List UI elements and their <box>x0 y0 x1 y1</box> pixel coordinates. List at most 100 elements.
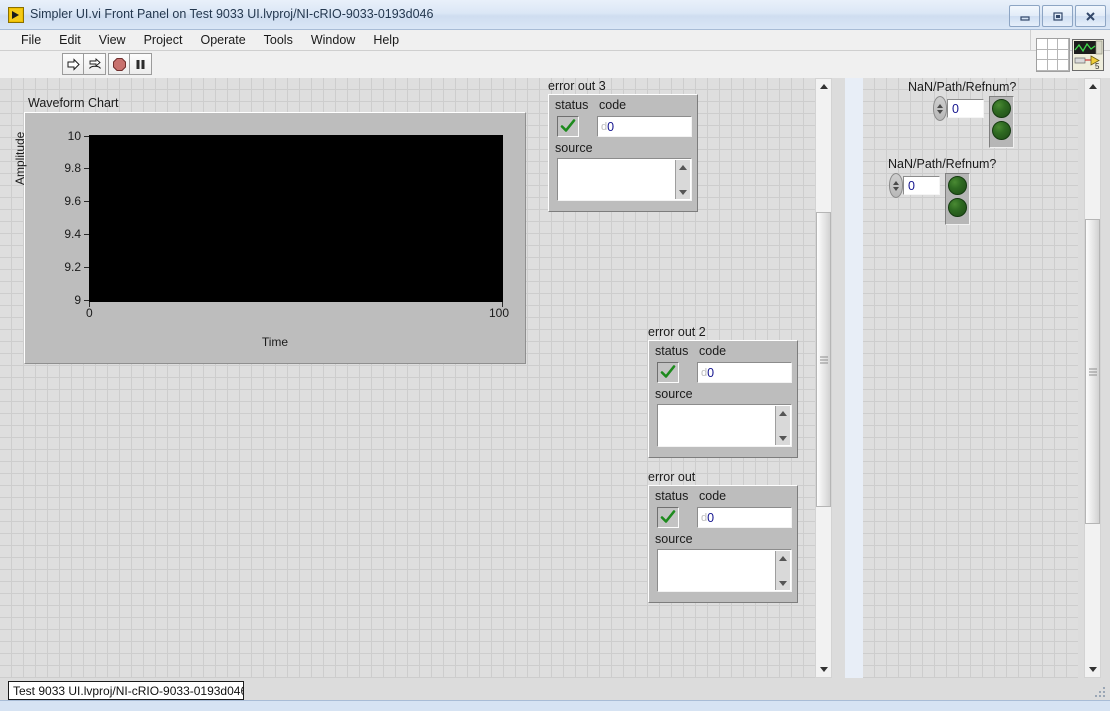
x-axis-label: Time <box>261 335 289 349</box>
menu-item-edit[interactable]: Edit <box>50 31 90 49</box>
waveform-chart-label: Waveform Chart <box>28 96 119 110</box>
pane-splitter[interactable] <box>845 78 863 711</box>
y-axis-label: Amplitude <box>13 131 27 185</box>
scroll-down-icon[interactable] <box>676 186 690 198</box>
scroll-up-button[interactable] <box>816 79 831 94</box>
title-bar: Simpler UI.vi Front Panel on Test 9033 U… <box>0 0 1110 30</box>
vi-icon-thumbnail[interactable]: 5 <box>1072 39 1104 71</box>
error-out-2-source-field[interactable] <box>657 404 792 447</box>
menu-item-view[interactable]: View <box>90 31 135 49</box>
abort-execution-button[interactable] <box>108 53 130 75</box>
error-out-3-code-label: code <box>599 98 627 112</box>
error-out-3-code-radix: d <box>601 120 608 133</box>
close-button[interactable] <box>1075 5 1106 27</box>
y-tick-9-4: 9.4 <box>39 227 89 241</box>
scroll-down-icon[interactable] <box>776 577 790 589</box>
run-continuously-button[interactable] <box>84 53 106 75</box>
front-panel-right-pane[interactable]: NaN/Path/Refnum? 0 NaN/Path/Refnum? 0 <box>863 78 1078 678</box>
target-indicator[interactable]: Test 9033 UI.lvproj/NI-cRIO-9033-0193d04… <box>8 681 244 700</box>
refnum-bottom-led-1[interactable] <box>948 176 967 195</box>
error-out-2-source-scrollbar[interactable] <box>775 406 790 445</box>
error-out-3-source-field[interactable] <box>557 158 692 201</box>
window-buttons <box>1009 5 1106 27</box>
error-out-3-label: error out 3 <box>548 79 606 93</box>
menu-item-help[interactable]: Help <box>364 31 408 49</box>
error-out-3-source-label: source <box>555 141 593 155</box>
scroll-down-icon[interactable] <box>776 432 790 444</box>
left-pane-vertical-scrollbar[interactable] <box>815 78 832 678</box>
menu-item-tools[interactable]: Tools <box>255 31 302 49</box>
error-out-2-code-radix: d <box>701 366 708 379</box>
error-out-3-source-scrollbar[interactable] <box>675 160 690 199</box>
menu-item-operate[interactable]: Operate <box>191 31 254 49</box>
y-tick-9-2: 9.2 <box>39 260 89 274</box>
refnum-top-led-1[interactable] <box>992 99 1011 118</box>
refnum-bottom-led-column <box>945 173 970 225</box>
y-tick-10: 10 <box>39 129 89 143</box>
labview-vi-icon <box>8 7 24 23</box>
front-panel-left-pane[interactable]: Waveform Chart Plot 0 10 9.8 9.6 9.4 9.2 <box>0 78 815 678</box>
error-out-code-value: 0 <box>707 510 715 525</box>
resize-grip[interactable] <box>1095 687 1107 699</box>
error-out-2-cluster[interactable]: status code d 0 source <box>648 340 798 458</box>
labview-front-panel-window: Simpler UI.vi Front Panel on Test 9033 U… <box>0 0 1110 711</box>
increment-icon[interactable] <box>937 103 943 108</box>
minimize-button[interactable] <box>1009 5 1040 27</box>
run-button[interactable] <box>62 53 84 75</box>
refnum-bottom-numeric-field[interactable]: 0 <box>903 176 940 195</box>
error-out-code-label: code <box>699 489 727 503</box>
window-title: Simpler UI.vi Front Panel on Test 9033 U… <box>30 7 434 21</box>
error-out-3-code-value: 0 <box>607 119 615 134</box>
error-out-code-field[interactable]: d 0 <box>697 507 792 528</box>
chart-plot-area[interactable] <box>89 135 503 302</box>
error-out-3-cluster[interactable]: status code d 0 source <box>548 94 698 212</box>
error-out-status-label: status <box>655 489 689 503</box>
error-out-2-code-value: 0 <box>707 365 715 380</box>
scroll-up-icon[interactable] <box>676 161 690 173</box>
error-out-2-label: error out 2 <box>648 325 706 339</box>
refnum-top-led-2[interactable] <box>992 121 1011 140</box>
error-out-label: error out <box>648 470 696 484</box>
refnum-bottom-spinner[interactable] <box>889 173 903 198</box>
increment-icon[interactable] <box>893 180 899 185</box>
error-out-3-code-field[interactable]: d 0 <box>597 116 692 137</box>
error-out-2-source-label: source <box>655 387 693 401</box>
vi-icon-pane: 5 <box>1036 36 1106 74</box>
tool-bar: 15pt Application Font <box>0 51 1110 126</box>
menu-item-file[interactable]: File <box>12 31 50 49</box>
connector-pane-grid[interactable] <box>1036 38 1070 72</box>
scroll-up-icon[interactable] <box>776 407 790 419</box>
y-tick-9: 9 <box>39 293 89 307</box>
left-pane-v-scroll-thumb[interactable] <box>816 212 831 507</box>
scroll-up-button[interactable] <box>1085 79 1100 94</box>
decrement-icon[interactable] <box>893 186 899 191</box>
error-out-3-status-indicator[interactable] <box>557 116 579 137</box>
run-controls-group <box>62 53 106 75</box>
menu-bar-divider <box>1030 30 1031 51</box>
error-out-source-field[interactable] <box>657 549 792 592</box>
svg-text:5: 5 <box>1095 62 1100 70</box>
pause-button[interactable] <box>130 53 152 75</box>
refnum-top-label: NaN/Path/Refnum? <box>908 80 1017 94</box>
error-out-2-code-field[interactable]: d 0 <box>697 362 792 383</box>
error-out-2-status-indicator[interactable] <box>657 362 679 383</box>
right-pane-vertical-scrollbar[interactable] <box>1084 78 1101 678</box>
error-out-3-status-label: status <box>555 98 589 112</box>
right-pane-v-scroll-thumb[interactable] <box>1085 219 1100 524</box>
y-tick-9-6: 9.6 <box>39 194 89 208</box>
error-out-status-indicator[interactable] <box>657 507 679 528</box>
maximize-button[interactable] <box>1042 5 1073 27</box>
refnum-top-spinner[interactable] <box>933 96 947 121</box>
waveform-chart[interactable]: 10 9.8 9.6 9.4 9.2 9 Amplitude 0 100 Tim… <box>13 112 526 364</box>
error-out-cluster[interactable]: status code d 0 source <box>648 485 798 603</box>
scroll-up-icon[interactable] <box>776 552 790 564</box>
scroll-down-button[interactable] <box>816 662 831 677</box>
refnum-top-numeric-field[interactable]: 0 <box>947 99 984 118</box>
error-out-source-scrollbar[interactable] <box>775 551 790 590</box>
scroll-down-button[interactable] <box>1085 662 1100 677</box>
front-panel-canvas: Waveform Chart Plot 0 10 9.8 9.6 9.4 9.2 <box>0 78 1110 711</box>
decrement-icon[interactable] <box>937 109 943 114</box>
menu-item-window[interactable]: Window <box>302 31 364 49</box>
refnum-bottom-led-2[interactable] <box>948 198 967 217</box>
menu-item-project[interactable]: Project <box>135 31 192 49</box>
